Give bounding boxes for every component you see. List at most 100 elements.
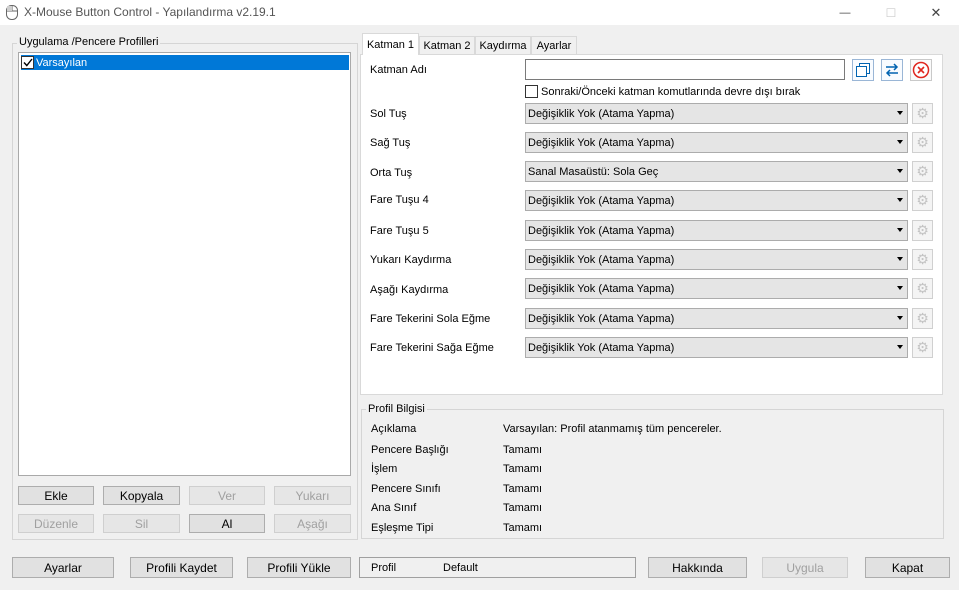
- edit-button[interactable]: Düzenle: [18, 514, 94, 533]
- mouse-icon: [6, 5, 18, 20]
- mouse-button-5-value: Değişiklik Yok (Atama Yapma): [528, 224, 675, 237]
- chevron-down-icon: [897, 316, 903, 320]
- mouse-button-4-label: Fare Tuşu 4: [370, 194, 429, 206]
- layer-name-input[interactable]: [525, 59, 845, 80]
- tab-layer-1[interactable]: Katman 1: [362, 33, 419, 55]
- scroll-down-select[interactable]: Değişiklik Yok (Atama Yapma): [525, 278, 908, 299]
- mouse-button-4-settings[interactable]: ⚙: [912, 190, 933, 211]
- maximize-button[interactable]: ☐: [868, 0, 914, 25]
- gear-icon: ⚙: [916, 105, 929, 121]
- chevron-down-icon: [897, 169, 903, 173]
- gear-icon: ⚙: [916, 280, 929, 296]
- chevron-down-icon: [897, 257, 903, 261]
- delete-icon: [912, 61, 930, 79]
- mouse-button-4-select[interactable]: Değişiklik Yok (Atama Yapma): [525, 190, 908, 211]
- tilt-left-label: Fare Tekerini Sola Eğme: [370, 313, 491, 325]
- scroll-down-settings[interactable]: ⚙: [912, 278, 933, 299]
- scroll-up-label: Yukarı Kaydırma: [370, 254, 452, 266]
- tab-settings[interactable]: Ayarlar: [531, 36, 577, 54]
- right-button-settings[interactable]: ⚙: [912, 132, 933, 153]
- gear-icon: ⚙: [916, 310, 929, 326]
- swap-arrows-icon: [885, 63, 899, 77]
- middle-button-settings[interactable]: ⚙: [912, 161, 933, 182]
- window-title-value: Tamamı: [503, 444, 543, 456]
- close-button[interactable]: Kapat: [865, 557, 950, 578]
- mouse-button-5-label: Fare Tuşu 5: [370, 225, 429, 237]
- status-value: Default: [443, 562, 478, 574]
- clear-layer-button[interactable]: [910, 59, 932, 81]
- gear-icon: ⚙: [916, 251, 929, 267]
- about-button[interactable]: Hakkında: [648, 557, 747, 578]
- tab-layer-2[interactable]: Katman 2: [419, 36, 475, 54]
- profile-label: Varsayılan: [36, 56, 88, 69]
- copy-icon: [856, 63, 870, 77]
- load-profile-button[interactable]: Profili Yükle: [247, 557, 351, 578]
- export-button[interactable]: Ver: [189, 486, 265, 505]
- mouse-button-5-settings[interactable]: ⚙: [912, 220, 933, 241]
- import-button[interactable]: Al: [189, 514, 265, 533]
- tilt-left-value: Değişiklik Yok (Atama Yapma): [528, 312, 675, 325]
- status-bar: Profil Default: [359, 557, 636, 578]
- scroll-up-settings[interactable]: ⚙: [912, 249, 933, 270]
- window-class-label: Pencere Sınıfı: [371, 483, 441, 495]
- process-value: Tamamı: [503, 463, 543, 475]
- tilt-left-settings[interactable]: ⚙: [912, 308, 933, 329]
- copy-layer-button[interactable]: [852, 59, 874, 81]
- chevron-down-icon: [897, 286, 903, 290]
- right-button-select[interactable]: Değişiklik Yok (Atama Yapma): [525, 132, 908, 153]
- chevron-down-icon: [897, 198, 903, 202]
- profile-info-title: Profil Bilgisi: [366, 403, 427, 415]
- delete-button[interactable]: Sil: [103, 514, 180, 533]
- left-button-settings[interactable]: ⚙: [912, 103, 933, 124]
- gear-icon: ⚙: [916, 192, 929, 208]
- minimize-icon: —: [839, 6, 851, 19]
- move-up-button[interactable]: Yukarı: [274, 486, 351, 505]
- parent-class-label: Ana Sınıf: [371, 502, 417, 514]
- mouse-button-5-select[interactable]: Değişiklik Yok (Atama Yapma): [525, 220, 908, 241]
- checkmark-icon: [22, 58, 33, 67]
- tilt-right-settings[interactable]: ⚙: [912, 337, 933, 358]
- match-type-value: Tamamı: [503, 522, 543, 534]
- scroll-down-value: Değişiklik Yok (Atama Yapma): [528, 282, 675, 295]
- profile-checkbox[interactable]: [21, 56, 34, 69]
- window-class-value: Tamamı: [503, 483, 543, 495]
- add-button[interactable]: Ekle: [18, 486, 94, 505]
- middle-button-select[interactable]: Sanal Masaüstü: Sola Geç: [525, 161, 908, 182]
- gear-icon: ⚙: [916, 222, 929, 238]
- tilt-right-select[interactable]: Değişiklik Yok (Atama Yapma): [525, 337, 908, 358]
- move-down-button[interactable]: Aşağı: [274, 514, 351, 533]
- profile-list[interactable]: Varsayılan: [18, 52, 351, 476]
- tab-scrolling[interactable]: Kaydırma: [475, 36, 531, 54]
- scroll-down-label: Aşağı Kaydırma: [370, 284, 449, 296]
- tilt-left-select[interactable]: Değişiklik Yok (Atama Yapma): [525, 308, 908, 329]
- layer-name-label: Katman Adı: [370, 64, 427, 76]
- window-title-label: Pencere Başlığı: [371, 444, 449, 456]
- swap-layer-button[interactable]: [881, 59, 903, 81]
- close-window-button[interactable]: ✕: [913, 0, 959, 25]
- process-label: İşlem: [371, 463, 398, 475]
- settings-button[interactable]: Ayarlar: [12, 557, 114, 578]
- maximize-icon: ☐: [885, 5, 897, 20]
- middle-button-label: Orta Tuş: [370, 167, 413, 179]
- tilt-right-label: Fare Tekerini Sağa Eğme: [370, 342, 494, 354]
- middle-button-value: Sanal Masaüstü: Sola Geç: [528, 165, 659, 178]
- apply-button[interactable]: Uygula: [762, 557, 848, 578]
- scroll-up-select[interactable]: Değişiklik Yok (Atama Yapma): [525, 249, 908, 270]
- copy-button[interactable]: Kopyala: [103, 486, 180, 505]
- left-button-label: Sol Tuş: [370, 108, 407, 120]
- tilt-right-value: Değişiklik Yok (Atama Yapma): [528, 341, 675, 354]
- title-bar: X-Mouse Button Control - Yapılandırma v2…: [0, 0, 959, 25]
- disable-layer-checkbox[interactable]: [525, 85, 538, 98]
- list-item[interactable]: Varsayılan: [21, 55, 349, 70]
- chevron-down-icon: [897, 345, 903, 349]
- right-button-label: Sağ Tuş: [370, 137, 411, 149]
- disable-layer-option[interactable]: Sonraki/Önceki katman komutlarında devre…: [525, 85, 800, 98]
- chevron-down-icon: [897, 140, 903, 144]
- left-button-select[interactable]: Değişiklik Yok (Atama Yapma): [525, 103, 908, 124]
- gear-icon: ⚙: [916, 163, 929, 179]
- parent-class-value: Tamamı: [503, 502, 543, 514]
- description-label: Açıklama: [371, 423, 417, 435]
- save-profile-button[interactable]: Profili Kaydet: [130, 557, 233, 578]
- minimize-button[interactable]: —: [822, 0, 868, 25]
- description-value: Varsayılan: Profil atanmamış tüm pencere…: [503, 423, 722, 435]
